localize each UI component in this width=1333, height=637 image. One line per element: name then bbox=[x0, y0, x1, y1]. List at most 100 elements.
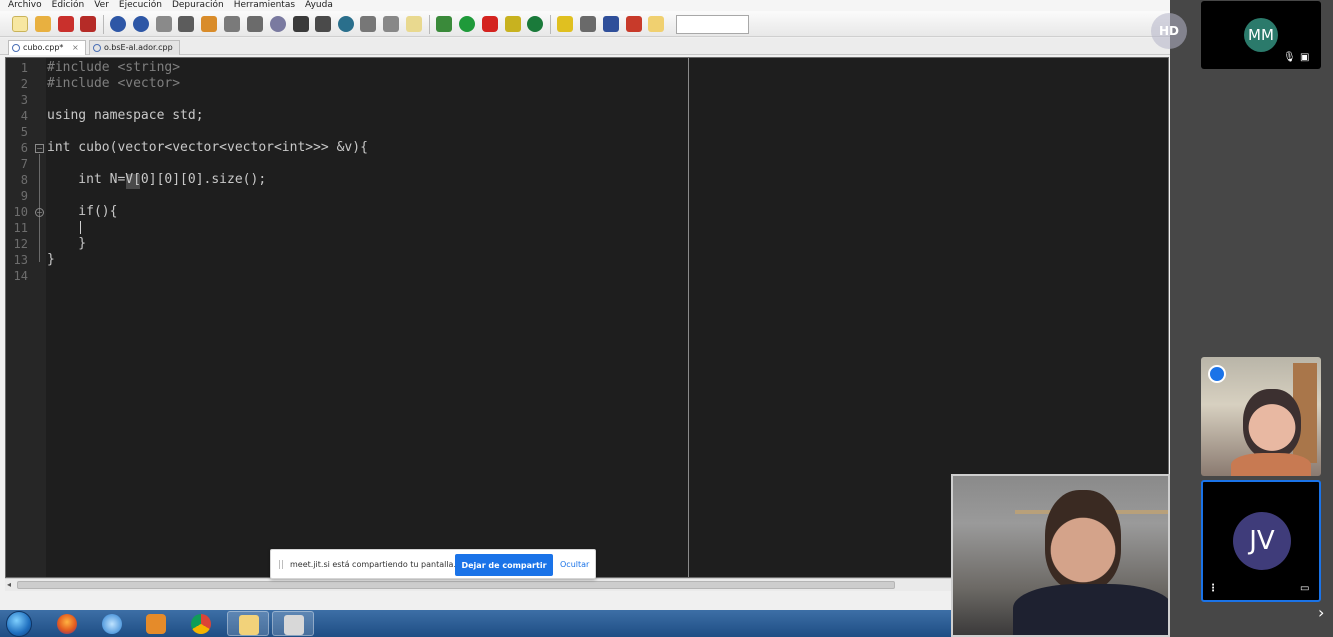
tab-evaluador[interactable]: o.bsE-al.ador.cpp bbox=[89, 40, 180, 55]
line-number: 4 bbox=[20, 109, 28, 123]
screen: Archivo Edición Ver Ejecución Depuración… bbox=[0, 0, 1333, 637]
fold-toggle-icon[interactable]: − bbox=[35, 208, 44, 217]
avatar: JV bbox=[1233, 512, 1291, 570]
line-number-gutter: 1 2 3 4 5 6 7 8 9 10 11 12 13 14 − − bbox=[6, 58, 46, 577]
taskbar-chrome[interactable] bbox=[180, 611, 222, 636]
code-line: if(){ bbox=[47, 204, 118, 219]
start-button-icon[interactable] bbox=[6, 611, 32, 637]
person-head bbox=[1243, 389, 1301, 459]
line-number: 14 bbox=[13, 269, 28, 283]
toolbar-search-box[interactable] bbox=[676, 15, 749, 34]
menu-depuracion[interactable]: Depuración bbox=[172, 0, 224, 11]
open-icon[interactable] bbox=[35, 16, 51, 32]
line-number: 1 bbox=[20, 61, 28, 75]
menu-edicion[interactable]: Edición bbox=[52, 0, 85, 11]
status-bar bbox=[0, 591, 951, 610]
participant-tile-jv[interactable]: JV ⋮ ▭ bbox=[1201, 480, 1321, 602]
compile-run-icon[interactable] bbox=[505, 16, 521, 32]
fold-toggle-icon[interactable]: − bbox=[35, 144, 44, 153]
help-icon[interactable] bbox=[626, 16, 642, 32]
chevron-right-icon[interactable]: › bbox=[1318, 603, 1324, 622]
share-message: meet.jit.si está compartiendo tu pantall… bbox=[290, 560, 456, 569]
save-all-icon[interactable] bbox=[80, 16, 96, 32]
rebuild-icon[interactable] bbox=[527, 16, 543, 32]
more-vertical-icon[interactable]: ⋮ bbox=[1208, 583, 1218, 594]
bookmark-icon[interactable] bbox=[360, 16, 376, 32]
right-margin-guide bbox=[688, 58, 689, 577]
hide-button[interactable]: Ocultar bbox=[560, 560, 589, 569]
avatar: MM bbox=[1244, 18, 1278, 52]
video-quality-badge[interactable]: HD bbox=[1151, 13, 1187, 49]
taskbar-devcpp[interactable] bbox=[272, 611, 314, 636]
horizontal-scrollbar[interactable]: ◂ bbox=[5, 578, 951, 591]
folder-icon bbox=[239, 615, 259, 635]
notes-icon[interactable] bbox=[406, 16, 422, 32]
scrollbar-thumb[interactable] bbox=[17, 581, 895, 589]
scroll-left-icon[interactable]: ◂ bbox=[7, 579, 11, 591]
code-line: #include <vector> bbox=[47, 76, 181, 91]
menu-ayuda[interactable]: Ayuda bbox=[305, 0, 333, 11]
about-icon[interactable] bbox=[648, 16, 664, 32]
camera-off-icon: ▣ bbox=[1300, 52, 1310, 63]
indent-icon[interactable] bbox=[156, 16, 172, 32]
paste-icon[interactable] bbox=[201, 16, 217, 32]
toolbar-separator bbox=[429, 15, 430, 34]
person-shirt bbox=[1231, 453, 1311, 476]
goto-icon[interactable] bbox=[338, 16, 354, 32]
line-number: 3 bbox=[20, 93, 28, 107]
line-number: 5 bbox=[20, 125, 28, 139]
menu-archivo[interactable]: Archivo bbox=[8, 0, 42, 11]
profile-icon[interactable] bbox=[580, 16, 596, 32]
drag-handle-icon[interactable]: || bbox=[278, 560, 284, 570]
code-line: int cubo(vector<vector<vector<int>>> &v)… bbox=[47, 140, 368, 155]
taskbar-firefox[interactable] bbox=[46, 611, 88, 636]
tab-evaluador-label: o.bsE-al.ador.cpp bbox=[104, 43, 173, 52]
media-player-icon bbox=[146, 614, 166, 634]
line-number: 12 bbox=[13, 237, 28, 251]
taskbar-explorer[interactable] bbox=[227, 611, 269, 636]
tab-bar: cubo.cpp* × o.bsE-al.ador.cpp bbox=[0, 38, 1170, 55]
toggle-comment-icon[interactable] bbox=[383, 16, 399, 32]
participant-tile-camera[interactable] bbox=[1201, 357, 1321, 476]
debug-icon[interactable] bbox=[557, 16, 573, 32]
cut-icon[interactable] bbox=[178, 16, 194, 32]
local-video bbox=[951, 474, 1170, 637]
stop-sharing-button[interactable]: Dejar de compartir bbox=[455, 554, 553, 576]
line-number: 13 bbox=[13, 253, 28, 267]
code-line: } bbox=[47, 236, 87, 251]
speaker-badge-icon bbox=[1208, 365, 1226, 383]
chrome-icon bbox=[191, 614, 211, 634]
code-line: } bbox=[47, 252, 55, 267]
mic-off-icon: 🎙 bbox=[1283, 52, 1296, 63]
line-number: 8 bbox=[20, 173, 28, 187]
menu-ver[interactable]: Ver bbox=[94, 0, 109, 11]
find-in-files-icon[interactable] bbox=[315, 16, 331, 32]
redo-icon[interactable] bbox=[133, 16, 149, 32]
comment-icon[interactable] bbox=[224, 16, 240, 32]
menu-herramientas[interactable]: Herramientas bbox=[234, 0, 295, 11]
tab-cubo[interactable]: cubo.cpp* × bbox=[8, 40, 86, 55]
line-number: 7 bbox=[20, 157, 28, 171]
stop-icon[interactable] bbox=[482, 16, 498, 32]
replace-icon[interactable] bbox=[293, 16, 309, 32]
run-icon[interactable] bbox=[459, 16, 475, 32]
taskbar-ie[interactable] bbox=[91, 611, 133, 636]
check-icon[interactable] bbox=[603, 16, 619, 32]
undo-icon[interactable] bbox=[110, 16, 126, 32]
new-file-icon[interactable] bbox=[12, 16, 28, 32]
cpp-file-icon bbox=[12, 44, 20, 52]
print-icon[interactable] bbox=[247, 16, 263, 32]
firefox-icon bbox=[57, 614, 77, 634]
code-line: #include <string> bbox=[47, 60, 181, 75]
taskbar-media[interactable] bbox=[135, 611, 177, 636]
compile-icon[interactable] bbox=[436, 16, 452, 32]
toolbar bbox=[0, 11, 1170, 37]
cpp-file-icon bbox=[93, 44, 101, 52]
find-icon[interactable] bbox=[270, 16, 286, 32]
save-icon[interactable] bbox=[58, 16, 74, 32]
tab-close-icon[interactable]: × bbox=[72, 43, 79, 52]
participant-tile-mm[interactable]: MM 🎙 ▣ bbox=[1201, 1, 1321, 69]
person-shirt bbox=[1013, 584, 1168, 635]
menu-ejecucion[interactable]: Ejecución bbox=[119, 0, 162, 11]
